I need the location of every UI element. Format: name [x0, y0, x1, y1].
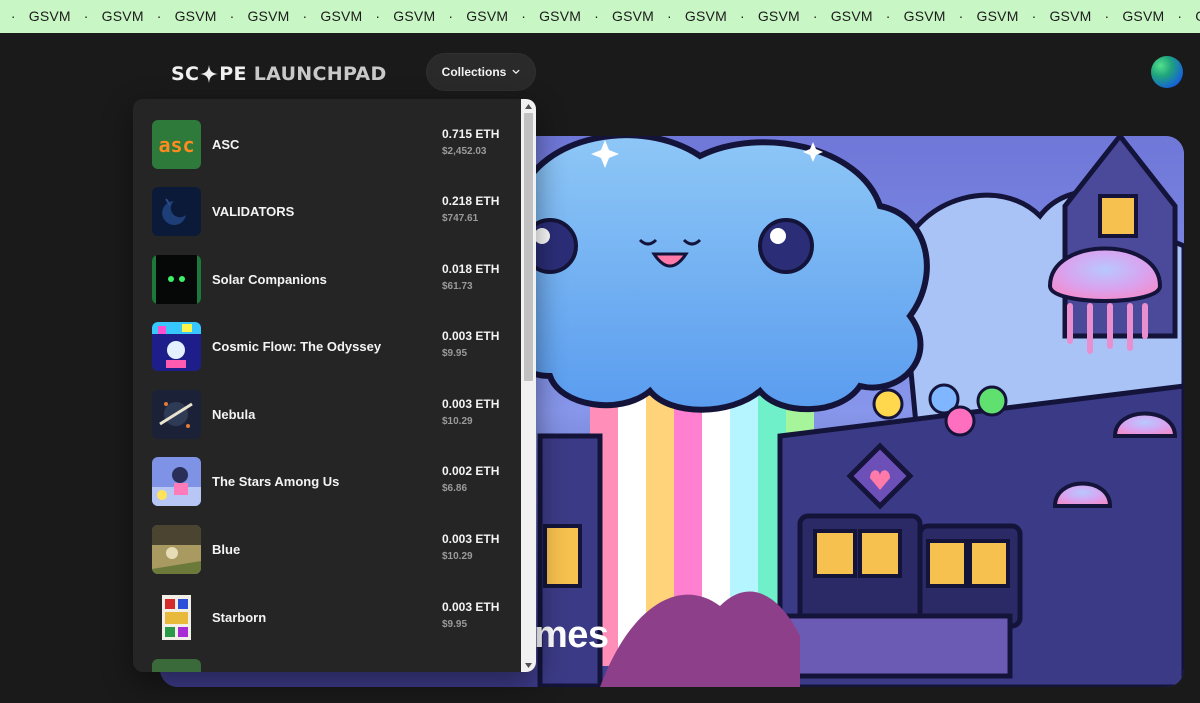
scrollbar-thumb[interactable] [524, 113, 533, 381]
collection-floor-eth: 0.003 ETH [442, 329, 500, 343]
collection-floor-usd: $61.73 [442, 281, 473, 292]
collection-floor-eth: 0.018 ETH [442, 262, 500, 276]
collection-floor-usd: $6.86 [442, 483, 468, 494]
ticker-separator: · [448, 8, 454, 24]
ticker-separator: · [739, 8, 745, 24]
asc-thumb-text: asc [158, 133, 194, 157]
scroll-down-arrow-icon[interactable] [521, 658, 536, 672]
logo-text-pe: PE [219, 63, 247, 85]
collection-floor-usd: $9.95 [442, 619, 468, 630]
collection-name: Starborn [212, 610, 267, 625]
nebula-thumbnail [152, 390, 201, 439]
ticker-item: GSVM [684, 8, 727, 24]
ticker-separator: · [83, 8, 89, 24]
ticker-item: GSVM [539, 8, 582, 24]
asc-logo-thumbnail: asc [152, 120, 201, 169]
collection-floor-usd: $10.29 [442, 551, 473, 562]
marquee-track: M·GSVM·GSVM·GSVM·GSVM·GSVM·GSVM·GSVM·GSV… [0, 8, 1200, 24]
collection-floor-eth: 0.003 ETH [442, 397, 500, 411]
ticker-item: GSVM [28, 8, 71, 24]
collection-floor-eth: 0.003 ETH [442, 600, 500, 614]
collection-item[interactable]: Nebula 0.003 ETH $10.29 [133, 388, 521, 455]
collection-item[interactable]: Solar Companions 0.018 ETH $61.73 [133, 253, 521, 320]
ticker-separator: · [521, 8, 527, 24]
ticker-item: GSVM [466, 8, 509, 24]
blue-thumbnail [152, 525, 201, 574]
collection-floor-usd: $9.95 [442, 348, 468, 359]
collection-item[interactable]: The Stars Among Us 0.002 ETH $6.86 [133, 455, 521, 522]
ticker-item: GSVM [101, 8, 144, 24]
collection-name: The Stars Among Us [212, 474, 340, 489]
ticker-item: GSVM [1122, 8, 1165, 24]
ticker-item: GSVM [903, 8, 946, 24]
collection-name: Solar Companions [212, 272, 327, 287]
collection-floor-eth: 0.002 ETH [442, 464, 500, 478]
site-logo[interactable]: SC PE LAUNCHPAD [171, 62, 387, 86]
ticker-item: GSVM [247, 8, 290, 24]
chevron-down-icon [512, 69, 520, 74]
logo-text-launchpad: LAUNCHPAD [253, 63, 387, 85]
ticker-item: GSVM [174, 8, 217, 24]
ticker-separator: · [812, 8, 818, 24]
ticker-item: GSVM [1195, 8, 1200, 24]
collection-floor-usd: $2,452.03 [442, 146, 487, 157]
ticker-separator: · [156, 8, 162, 24]
cosmic-flow-thumbnail [152, 322, 201, 371]
ticker-separator: · [1031, 8, 1037, 24]
ticker-item: GSVM [830, 8, 873, 24]
logo-text-sc: SC [171, 63, 200, 85]
collection-name: Blue [212, 542, 241, 557]
collection-name: Nebula [212, 407, 256, 422]
hero-title: mes [534, 614, 609, 656]
starborn-thumbnail [152, 593, 201, 642]
collection-item[interactable]: Starborn 0.003 ETH $9.95 [133, 591, 521, 658]
collections-button-label: Collections [441, 65, 507, 79]
ticker-separator: · [885, 8, 891, 24]
stars-among-us-thumbnail [152, 457, 201, 506]
collection-name: VALIDATORS [212, 204, 295, 219]
collection-name: ASC [212, 137, 240, 152]
ticker-item: GSVM [757, 8, 800, 24]
collection-floor-usd: $747.61 [442, 213, 479, 224]
solar-companions-thumbnail [152, 255, 201, 304]
collections-dropdown-menu: asc ASC 0.715 ETH $2,452.03 VALIDATORS 0.218 … [133, 99, 536, 672]
ticker-item: GSVM [320, 8, 363, 24]
collection-item[interactable]: Blue 0.003 ETH $10.29 [133, 523, 521, 590]
ticker-separator: · [1177, 8, 1183, 24]
ticker-separator: · [375, 8, 381, 24]
ticker-separator: · [10, 8, 16, 24]
collection-item-partial[interactable] [152, 659, 201, 672]
dropdown-scrollbar[interactable] [521, 99, 536, 672]
scroll-up-arrow-icon[interactable] [521, 99, 536, 113]
ticker-separator: · [302, 8, 308, 24]
ticker-item: GSVM [976, 8, 1019, 24]
ticker-item: GSVM [393, 8, 436, 24]
collection-floor-eth: 0.218 ETH [442, 194, 500, 208]
ticker-separator: · [667, 8, 672, 24]
marquee-banner: M·GSVM·GSVM·GSVM·GSVM·GSVM·GSVM·GSVM·GSV… [0, 0, 1200, 33]
ticker-separator: · [958, 8, 964, 24]
ticker-item: GSVM [1049, 8, 1092, 24]
collection-item[interactable]: asc ASC 0.715 ETH $2,452.03 [133, 118, 521, 185]
collection-item[interactable]: VALIDATORS 0.218 ETH $747.61 [133, 185, 521, 252]
collection-floor-eth: 0.003 ETH [442, 532, 500, 546]
collection-item[interactable]: Cosmic Flow: The Odyssey 0.003 ETH $9.95 [133, 320, 521, 387]
ticker-item: GSVM [612, 8, 655, 24]
ticker-separator: · [1104, 8, 1110, 24]
validators-thumbnail [152, 187, 201, 236]
collections-dropdown-button[interactable]: Collections [426, 53, 536, 91]
wallet-avatar[interactable] [1151, 56, 1183, 88]
collection-name: Cosmic Flow: The Odyssey [212, 339, 382, 354]
collection-floor-eth: 0.715 ETH [442, 127, 500, 141]
collection-floor-usd: $10.29 [442, 416, 473, 427]
ticker-separator: · [594, 8, 599, 24]
collections-list: asc ASC 0.715 ETH $2,452.03 VALIDATORS 0.218 … [133, 99, 521, 672]
ticker-separator: · [229, 8, 235, 24]
sparkle-icon [200, 65, 219, 83]
